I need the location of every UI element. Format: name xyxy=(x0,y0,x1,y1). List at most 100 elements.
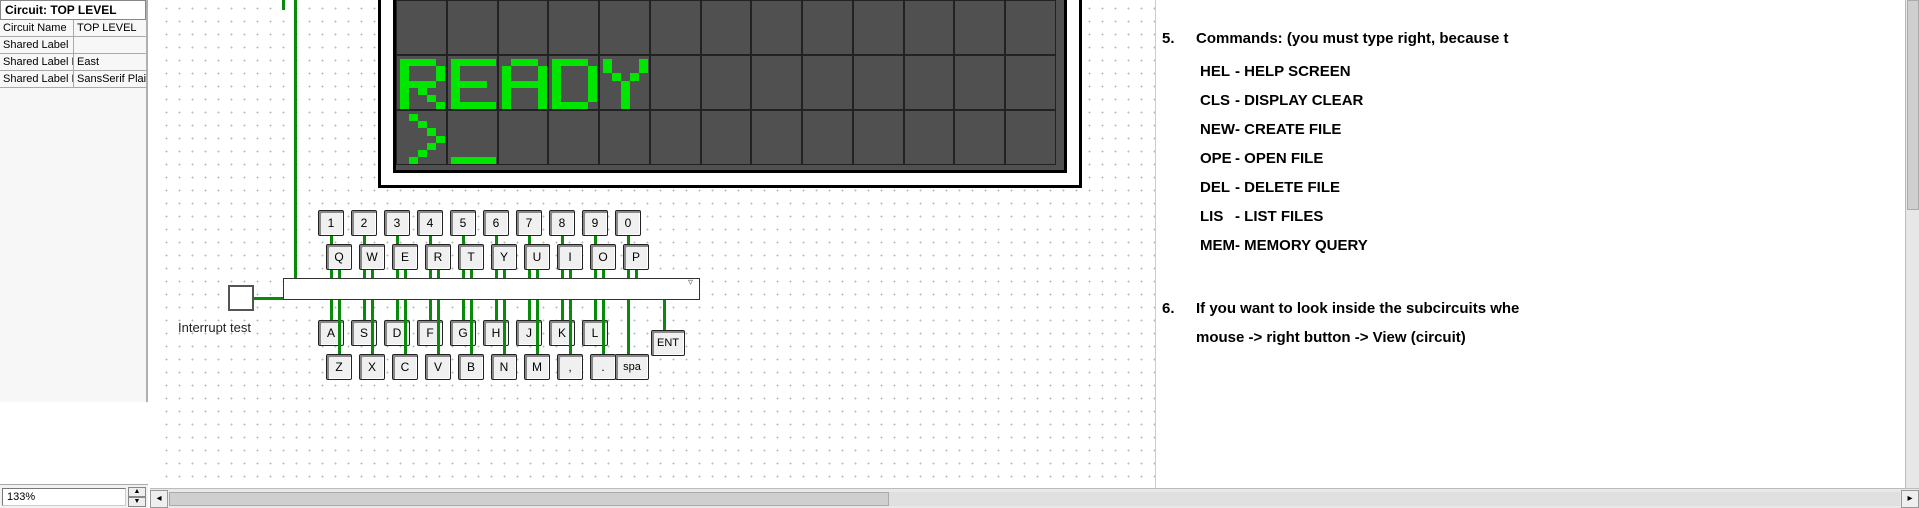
hscroll-thumb[interactable] xyxy=(169,492,889,506)
wire-stub xyxy=(282,0,285,10)
help-item6-sub: mouse -> right button -> View (circuit) xyxy=(1162,329,1909,346)
display-cell xyxy=(498,0,549,55)
key-x[interactable]: X xyxy=(359,354,385,380)
command-row: LIS- LIST FILES xyxy=(1162,202,1368,231)
property-value[interactable]: East xyxy=(74,54,146,70)
key-ent[interactable]: ENT xyxy=(651,330,685,356)
key-m[interactable]: M xyxy=(524,354,550,380)
key-r[interactable]: R xyxy=(425,244,451,270)
help-item5-title: Commands: (you must type right, because … xyxy=(1196,30,1509,47)
display-cell xyxy=(1005,110,1056,165)
display-cell xyxy=(751,110,802,165)
display-cell xyxy=(1005,55,1056,110)
key-4[interactable]: 4 xyxy=(417,210,443,236)
command-row: NEW- CREATE FILE xyxy=(1162,115,1368,144)
key-i[interactable]: I xyxy=(557,244,583,270)
key-q[interactable]: Q xyxy=(326,244,352,270)
display-cell xyxy=(447,110,498,165)
command-desc: - HELP SCREEN xyxy=(1235,57,1368,86)
zoom-down[interactable]: ▼ xyxy=(128,497,146,507)
wire-key xyxy=(495,300,498,320)
wire-key xyxy=(404,300,407,354)
key-t[interactable]: T xyxy=(458,244,484,270)
hscroll-right[interactable]: ▸ xyxy=(1901,490,1919,508)
display-cell xyxy=(954,110,1005,165)
key-7[interactable]: 7 xyxy=(516,210,542,236)
property-value[interactable]: TOP LEVEL xyxy=(74,20,146,36)
display-cell xyxy=(396,110,447,165)
display-cell xyxy=(853,0,904,55)
hscroll-track[interactable] xyxy=(169,492,1900,506)
property-key: Shared Label F… xyxy=(0,54,74,70)
key-8[interactable]: 8 xyxy=(549,210,575,236)
key-1[interactable]: 1 xyxy=(318,210,344,236)
hscroll-left[interactable]: ◂ xyxy=(150,490,168,508)
key-9[interactable]: 9 xyxy=(582,210,608,236)
key-5[interactable]: 5 xyxy=(450,210,476,236)
key-spa[interactable]: spa xyxy=(615,354,649,380)
key-6[interactable]: 6 xyxy=(483,210,509,236)
interrupt-label: Interrupt test xyxy=(178,320,251,335)
key-n[interactable]: N xyxy=(491,354,517,380)
display-cell xyxy=(599,0,650,55)
command-list: HEL- HELP SCREENCLS- DISPLAY CLEARNEW- C… xyxy=(1162,57,1368,260)
property-key: Shared Label Font xyxy=(0,71,74,87)
key-o[interactable]: O xyxy=(590,244,616,270)
hscrollbar[interactable]: ◂ ▸ xyxy=(150,488,1919,508)
key-0[interactable]: 0 xyxy=(615,210,641,236)
key-,[interactable]: , xyxy=(557,354,583,380)
key-.[interactable]: . xyxy=(590,354,616,380)
display-cell xyxy=(701,55,752,110)
key-c[interactable]: C xyxy=(392,354,418,380)
help-item6-title: If you want to look inside the subcircui… xyxy=(1196,300,1519,317)
key-u[interactable]: U xyxy=(524,244,550,270)
key-2[interactable]: 2 xyxy=(351,210,377,236)
key-3[interactable]: 3 xyxy=(384,210,410,236)
key-e[interactable]: E xyxy=(392,244,418,270)
help-vscroll-thumb[interactable] xyxy=(1907,0,1919,210)
wire-key xyxy=(561,300,564,320)
display-inner-frame xyxy=(393,0,1067,173)
wire-key xyxy=(470,300,473,354)
zoom-spinner[interactable]: ▲ ▼ xyxy=(128,487,146,507)
keyboard-bar[interactable]: ▿ xyxy=(283,278,700,300)
display-cell xyxy=(447,0,498,55)
property-row[interactable]: Circuit NameTOP LEVEL xyxy=(0,20,146,37)
command-desc: - DELETE FILE xyxy=(1235,173,1368,202)
display-cell xyxy=(650,55,701,110)
help-panel: 5. Commands: (you must type right, becau… xyxy=(1155,0,1919,488)
property-panel: Circuit: TOP LEVEL Circuit NameTOP LEVEL… xyxy=(0,0,148,402)
display-char-grid xyxy=(396,0,1056,165)
key-w[interactable]: W xyxy=(359,244,385,270)
display-cell xyxy=(802,55,853,110)
wire-key xyxy=(437,300,440,354)
zoom-value[interactable]: 133% xyxy=(2,488,126,506)
wire-key xyxy=(594,300,597,320)
property-row[interactable]: Shared Label xyxy=(0,37,146,54)
property-row[interactable]: Shared Label F…East xyxy=(0,54,146,71)
key-b[interactable]: B xyxy=(458,354,484,380)
key-p[interactable]: P xyxy=(623,244,649,270)
display-cell xyxy=(954,55,1005,110)
command-row: MEM- MEMORY QUERY xyxy=(1162,231,1368,260)
wire-key xyxy=(396,300,399,320)
display-cell xyxy=(853,55,904,110)
wire-vertical-bus xyxy=(294,0,297,300)
command-code: MEM xyxy=(1162,231,1235,260)
key-z[interactable]: Z xyxy=(326,354,352,380)
property-key: Circuit Name xyxy=(0,20,74,36)
keyboard-bar-notch: ▿ xyxy=(688,277,693,288)
key-y[interactable]: Y xyxy=(491,244,517,270)
display-cell xyxy=(802,0,853,55)
display-cell xyxy=(396,0,447,55)
display-cell xyxy=(650,0,701,55)
interrupt-block[interactable] xyxy=(228,285,254,311)
property-row[interactable]: Shared Label FontSansSerif Plain 12 xyxy=(0,71,146,88)
property-value[interactable] xyxy=(74,37,146,53)
property-value[interactable]: SansSerif Plain 12 xyxy=(74,71,146,87)
help-vscrollbar[interactable] xyxy=(1905,0,1919,488)
wire-key xyxy=(536,300,539,354)
key-v[interactable]: V xyxy=(425,354,451,380)
zoom-up[interactable]: ▲ xyxy=(128,487,146,497)
command-code: NEW xyxy=(1162,115,1235,144)
